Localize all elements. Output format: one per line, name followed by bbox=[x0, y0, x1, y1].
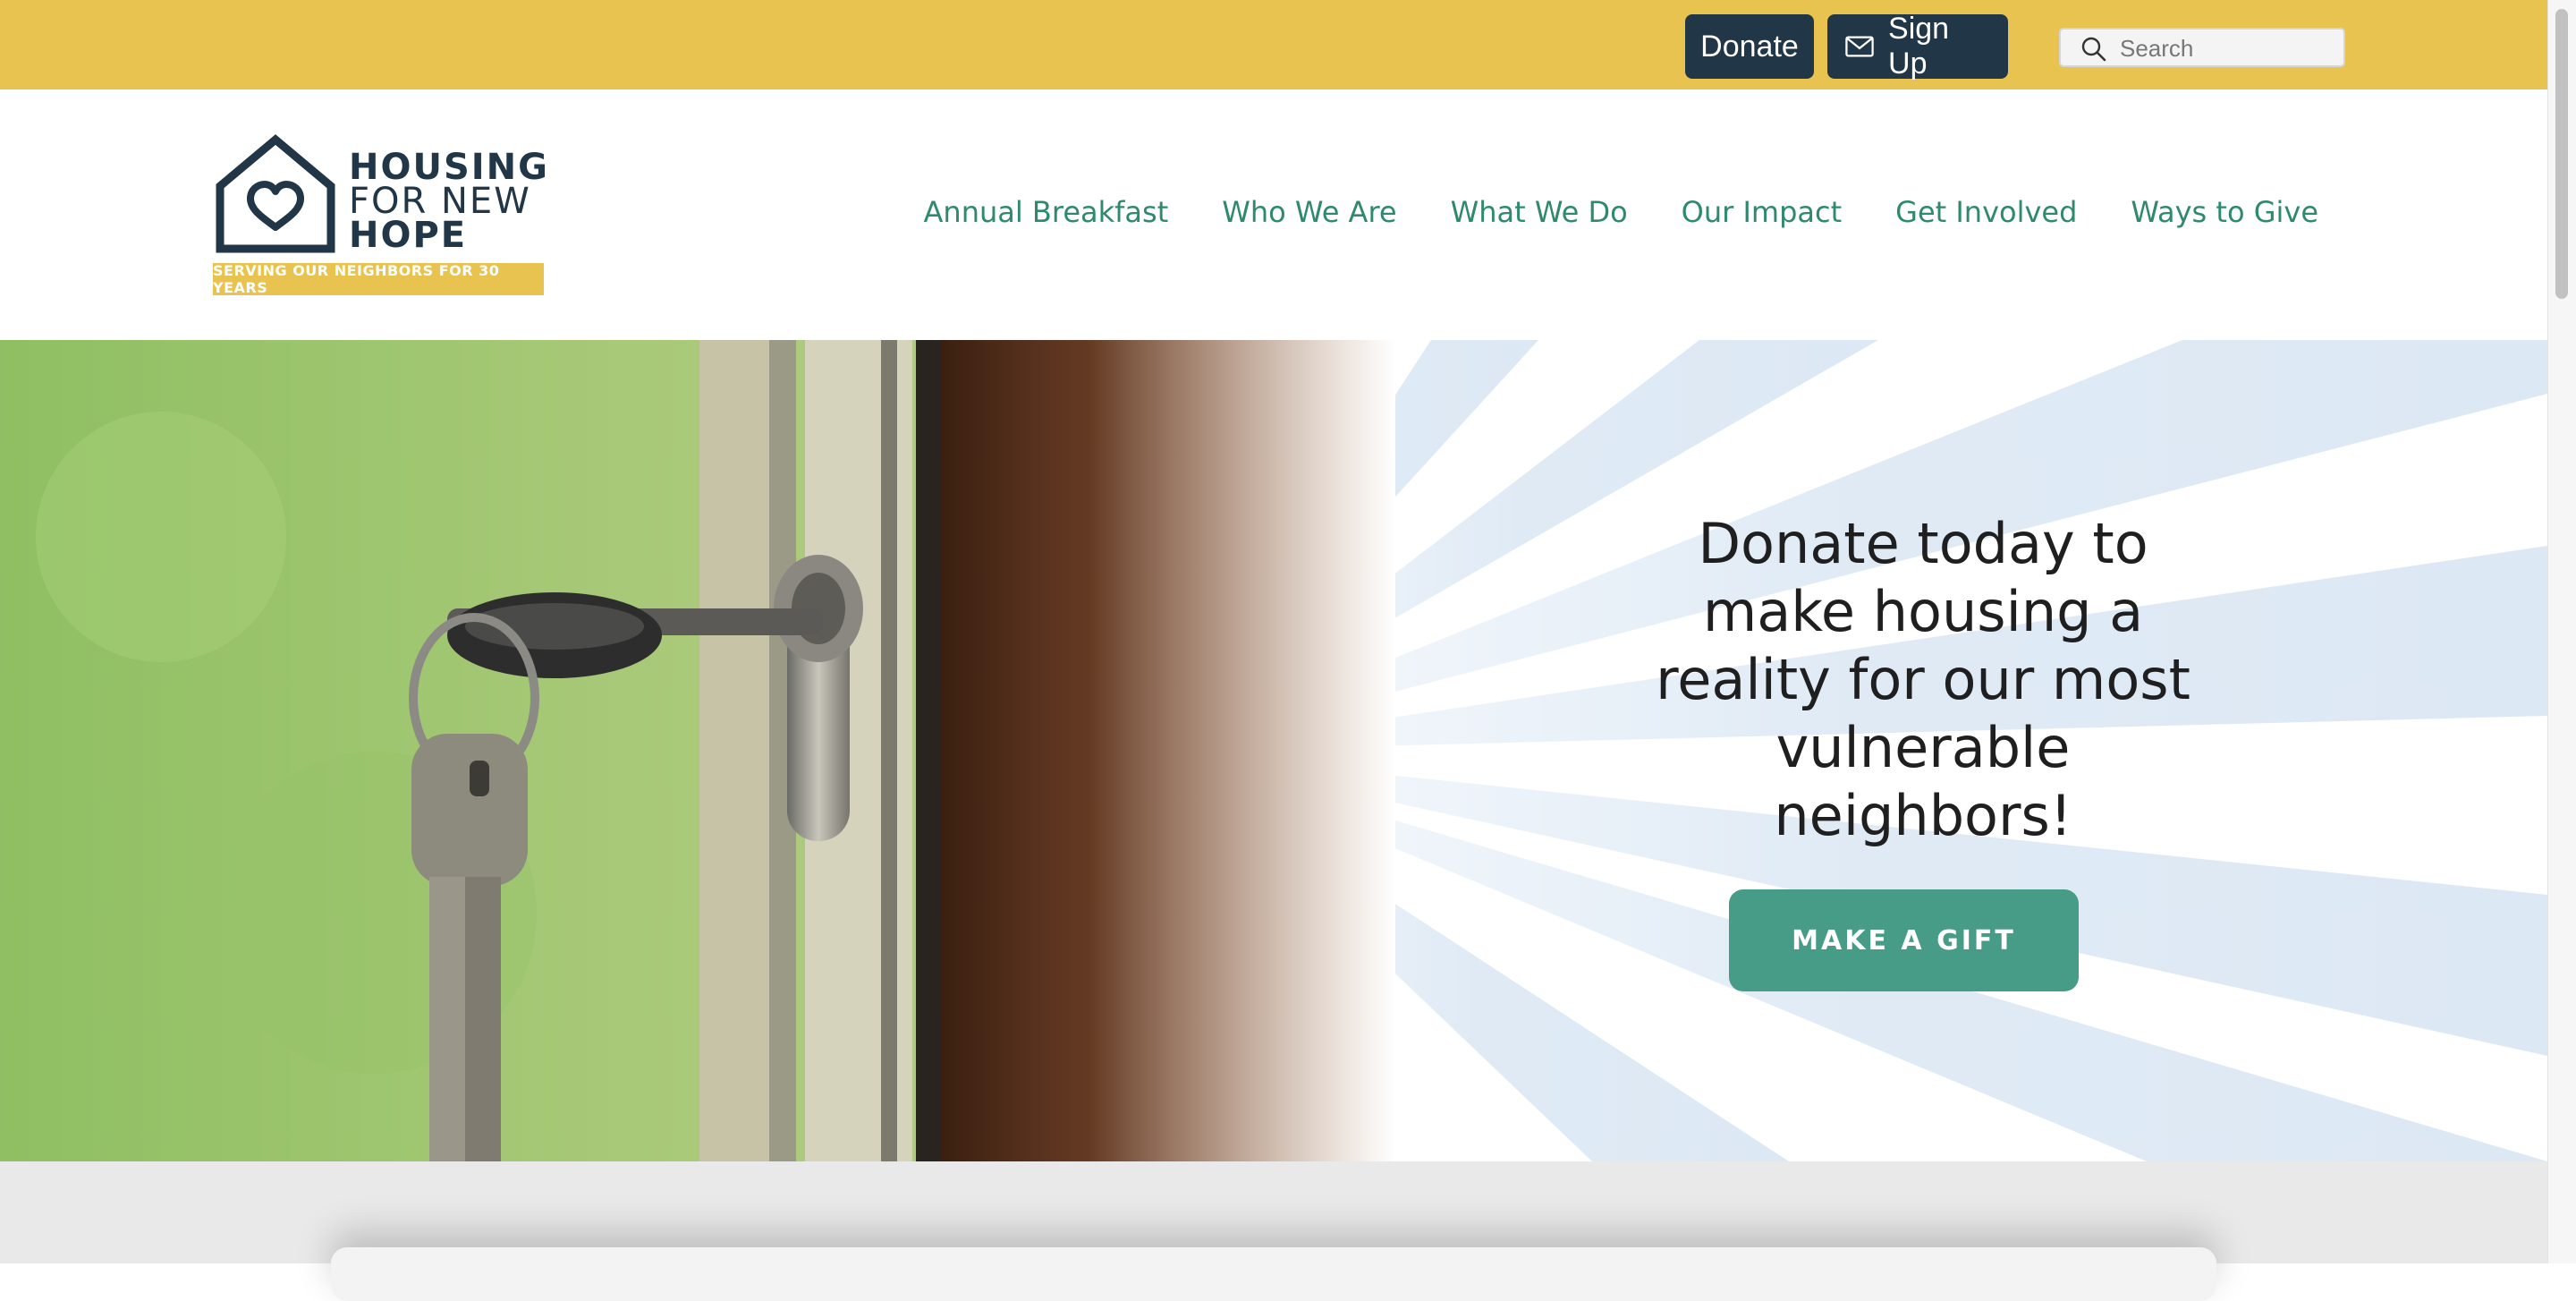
sign-up-button-label: Sign Up bbox=[1888, 12, 1950, 81]
search-input[interactable] bbox=[2118, 31, 2336, 65]
nav-item-who-we-are[interactable]: Who We Are bbox=[1222, 195, 1396, 229]
main-nav: Annual Breakfast Who We Are What We Do O… bbox=[924, 195, 2318, 229]
page-scrollbar[interactable] bbox=[2547, 0, 2576, 1263]
make-a-gift-button[interactable]: MAKE A GIFT bbox=[1729, 889, 2079, 991]
donate-button-label: Donate bbox=[1700, 29, 1799, 64]
content-card bbox=[331, 1247, 2216, 1301]
envelope-icon bbox=[1845, 36, 1874, 57]
nav-item-annual-breakfast[interactable]: Annual Breakfast bbox=[924, 195, 1169, 229]
nav-item-get-involved[interactable]: Get Involved bbox=[1895, 195, 2077, 229]
top-utility-bar: Donate Sign Up bbox=[0, 0, 2547, 89]
hero-banner: Donate today to make housing a reality f… bbox=[0, 340, 2547, 1161]
logo-tagline: SERVING OUR NEIGHBORS FOR 30 YEARS bbox=[213, 262, 544, 296]
house-heart-icon bbox=[216, 134, 335, 253]
donate-button[interactable]: Donate bbox=[1685, 14, 1814, 79]
hero-copy: Donate today to make housing a reality f… bbox=[1628, 510, 2218, 850]
key-in-door-lock-photo bbox=[0, 340, 1395, 1161]
make-a-gift-label: MAKE A GIFT bbox=[1792, 924, 2016, 957]
scrollbar-thumb[interactable] bbox=[2555, 9, 2568, 299]
content-section-background bbox=[0, 1161, 2547, 1301]
logo-text-hope: HOPE bbox=[349, 215, 468, 256]
nav-item-our-impact[interactable]: Our Impact bbox=[1682, 195, 1842, 229]
nav-item-what-we-do[interactable]: What We Do bbox=[1451, 195, 1628, 229]
search-box bbox=[2059, 28, 2345, 67]
site-header: HOUSING FOR NEW HOPE SERVING OUR NEIGHBO… bbox=[0, 89, 2547, 340]
sign-up-button[interactable]: Sign Up bbox=[1827, 12, 2008, 81]
site-logo[interactable]: HOUSING FOR NEW HOPE SERVING OUR NEIGHBO… bbox=[213, 134, 547, 296]
search-icon[interactable] bbox=[2080, 36, 2107, 63]
hero-heading: Donate today to make housing a reality f… bbox=[1656, 511, 2190, 848]
nav-item-ways-to-give[interactable]: Ways to Give bbox=[2131, 195, 2318, 229]
